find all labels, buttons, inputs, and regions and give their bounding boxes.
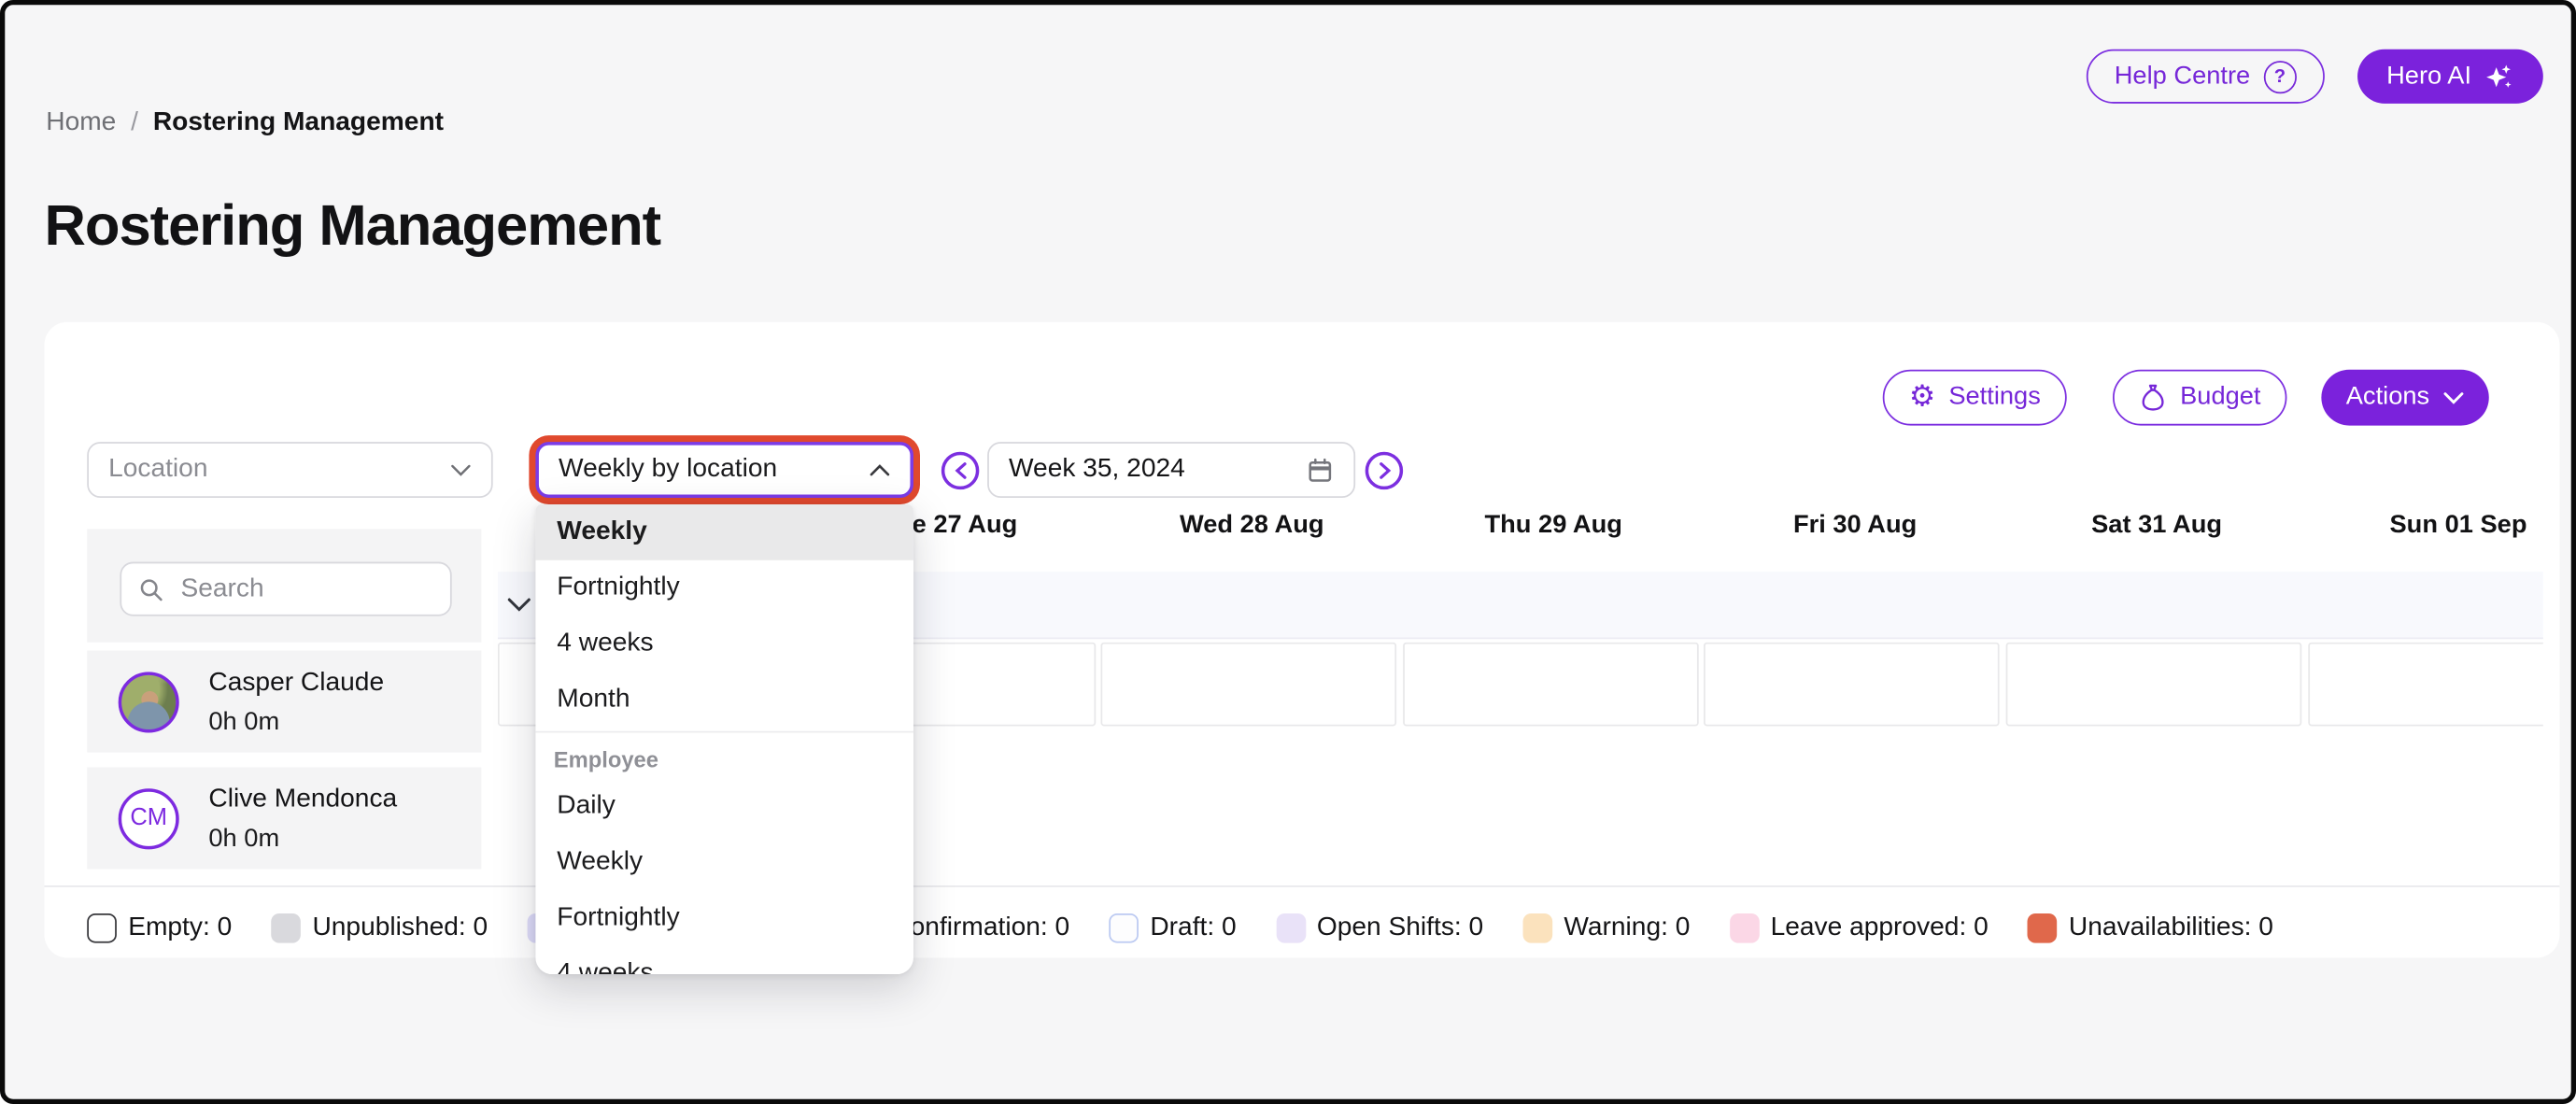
employee-row-clive-mendonca[interactable]: CM Clive Mendonca 0h 0m	[87, 767, 481, 869]
legend-label: Warning: 0	[1564, 913, 1690, 943]
shift-cell[interactable]	[2006, 643, 2302, 727]
menu-item-month-location[interactable]: Month	[535, 672, 913, 728]
shift-cell[interactable]	[1705, 643, 2001, 727]
legend-swatch	[87, 913, 117, 943]
day-header: Sat 31 Aug	[2006, 511, 2308, 547]
legend-item-leave-approved: Leave approved: 0	[1730, 913, 1989, 943]
day-header: Thu 29 Aug	[1403, 511, 1705, 547]
hero-ai-button[interactable]: Hero AI	[2357, 50, 2543, 104]
location-select[interactable]: Location	[87, 442, 492, 498]
week-picker-value: Week 35, 2024	[1009, 455, 1185, 485]
menu-group-header-employee: Employee	[535, 740, 913, 779]
legend-label: Unpublished: 0	[312, 913, 488, 943]
chevron-down-icon	[2442, 390, 2464, 405]
day-header: Wed 28 Aug	[1101, 511, 1403, 547]
divider	[44, 885, 2559, 887]
view-mode-select[interactable]: Weekly by location	[535, 442, 913, 498]
search-icon	[138, 576, 164, 602]
legend-label: Leave approved: 0	[1771, 913, 1989, 943]
budget-label: Budget	[2180, 383, 2260, 413]
breadcrumb: Home / Rostering Management	[46, 108, 444, 138]
help-centre-label: Help Centre	[2115, 62, 2250, 92]
calendar-icon[interactable]	[1306, 456, 1334, 484]
legend-swatch	[1730, 913, 1760, 943]
legend-label: Open Shifts: 0	[1317, 913, 1483, 943]
day-header: Sun 01 Sep	[2308, 511, 2543, 547]
legend-swatch	[271, 913, 301, 943]
hero-ai-label: Hero AI	[2386, 62, 2471, 92]
legend-item-empty: Empty: 0	[87, 913, 232, 943]
employee-hours: 0h 0m	[208, 821, 397, 856]
employee-hours: 0h 0m	[208, 704, 384, 740]
legend-item-unavailabilities: Unavailabilities: 0	[2028, 913, 2273, 943]
roster-card: ⚙ Settings Budget Actions Location Week	[44, 322, 2559, 958]
legend-swatch	[2028, 913, 2058, 943]
menu-item-4-weeks-location[interactable]: 4 weeks	[535, 616, 913, 672]
legend-swatch	[1276, 913, 1306, 943]
avatar: CM	[119, 787, 179, 848]
avatar	[119, 672, 179, 732]
menu-divider	[535, 731, 913, 733]
chevron-up-icon	[869, 462, 890, 477]
legend-swatch	[1109, 913, 1139, 943]
breadcrumb-current: Rostering Management	[153, 108, 444, 138]
view-mode-value: Weekly by location	[559, 455, 777, 485]
next-week-button[interactable]	[1366, 452, 1403, 489]
sparkles-icon	[2484, 62, 2514, 92]
view-mode-dropdown-menu: Weekly Fortnightly 4 weeks Month Employe…	[535, 504, 913, 974]
employee-name: Casper Claude	[208, 663, 384, 704]
breadcrumb-separator: /	[131, 108, 138, 138]
question-circle-icon: ?	[2263, 60, 2296, 92]
help-centre-button[interactable]: Help Centre ?	[2087, 50, 2325, 104]
shift-cell[interactable]	[2308, 643, 2543, 727]
menu-item-weekly-location[interactable]: Weekly	[535, 504, 913, 560]
menu-item-daily-employee[interactable]: Daily	[535, 779, 913, 835]
settings-button[interactable]: ⚙ Settings	[1883, 370, 2067, 426]
legend-item-open-shifts: Open Shifts: 0	[1276, 913, 1483, 943]
employee-name: Clive Mendonca	[208, 780, 397, 821]
search-input[interactable]	[177, 573, 431, 605]
budget-button[interactable]: Budget	[2113, 370, 2287, 426]
page-title: Rostering Management	[44, 194, 660, 260]
legend-item-warning: Warning: 0	[1522, 913, 1690, 943]
legend-label: Draft: 0	[1150, 913, 1236, 943]
app-window: Help Centre ? Hero AI Home / Rostering M…	[0, 0, 2576, 1104]
menu-item-fortnightly-location[interactable]: Fortnightly	[535, 560, 913, 616]
money-bag-icon	[2139, 383, 2167, 413]
legend-swatch	[1522, 913, 1552, 943]
location-placeholder: Location	[108, 455, 207, 485]
shift-cell[interactable]	[1403, 643, 1699, 727]
breadcrumb-home-link[interactable]: Home	[46, 108, 116, 138]
legend-item-unpublished: Unpublished: 0	[271, 913, 488, 943]
previous-week-button[interactable]	[941, 452, 979, 489]
settings-label: Settings	[1948, 383, 2041, 413]
gear-icon: ⚙	[1909, 383, 1935, 413]
week-picker-input[interactable]: Week 35, 2024	[987, 442, 1355, 498]
employee-panel-header	[87, 529, 481, 642]
status-legend: Empty: 0 Unpublished: 0 Published: 0 Pen…	[87, 899, 2273, 957]
legend-label: Unavailabilities: 0	[2069, 913, 2273, 943]
menu-item-fortnightly-employee[interactable]: Fortnightly	[535, 890, 913, 946]
actions-label: Actions	[2346, 383, 2429, 413]
menu-item-4-weeks-employee[interactable]: 4 weeks	[535, 946, 913, 974]
shift-cell[interactable]	[1101, 643, 1397, 727]
menu-item-weekly-employee[interactable]: Weekly	[535, 835, 913, 891]
employee-search[interactable]	[120, 562, 451, 616]
actions-button[interactable]: Actions	[2321, 370, 2488, 426]
day-header: Fri 30 Aug	[1705, 511, 2006, 547]
legend-label: Empty: 0	[128, 913, 232, 943]
legend-item-draft: Draft: 0	[1109, 913, 1236, 943]
chevron-down-icon	[450, 462, 472, 477]
collapse-group-chevron-icon[interactable]	[502, 588, 535, 621]
employee-row-casper-claude[interactable]: Casper Claude 0h 0m	[87, 651, 481, 753]
